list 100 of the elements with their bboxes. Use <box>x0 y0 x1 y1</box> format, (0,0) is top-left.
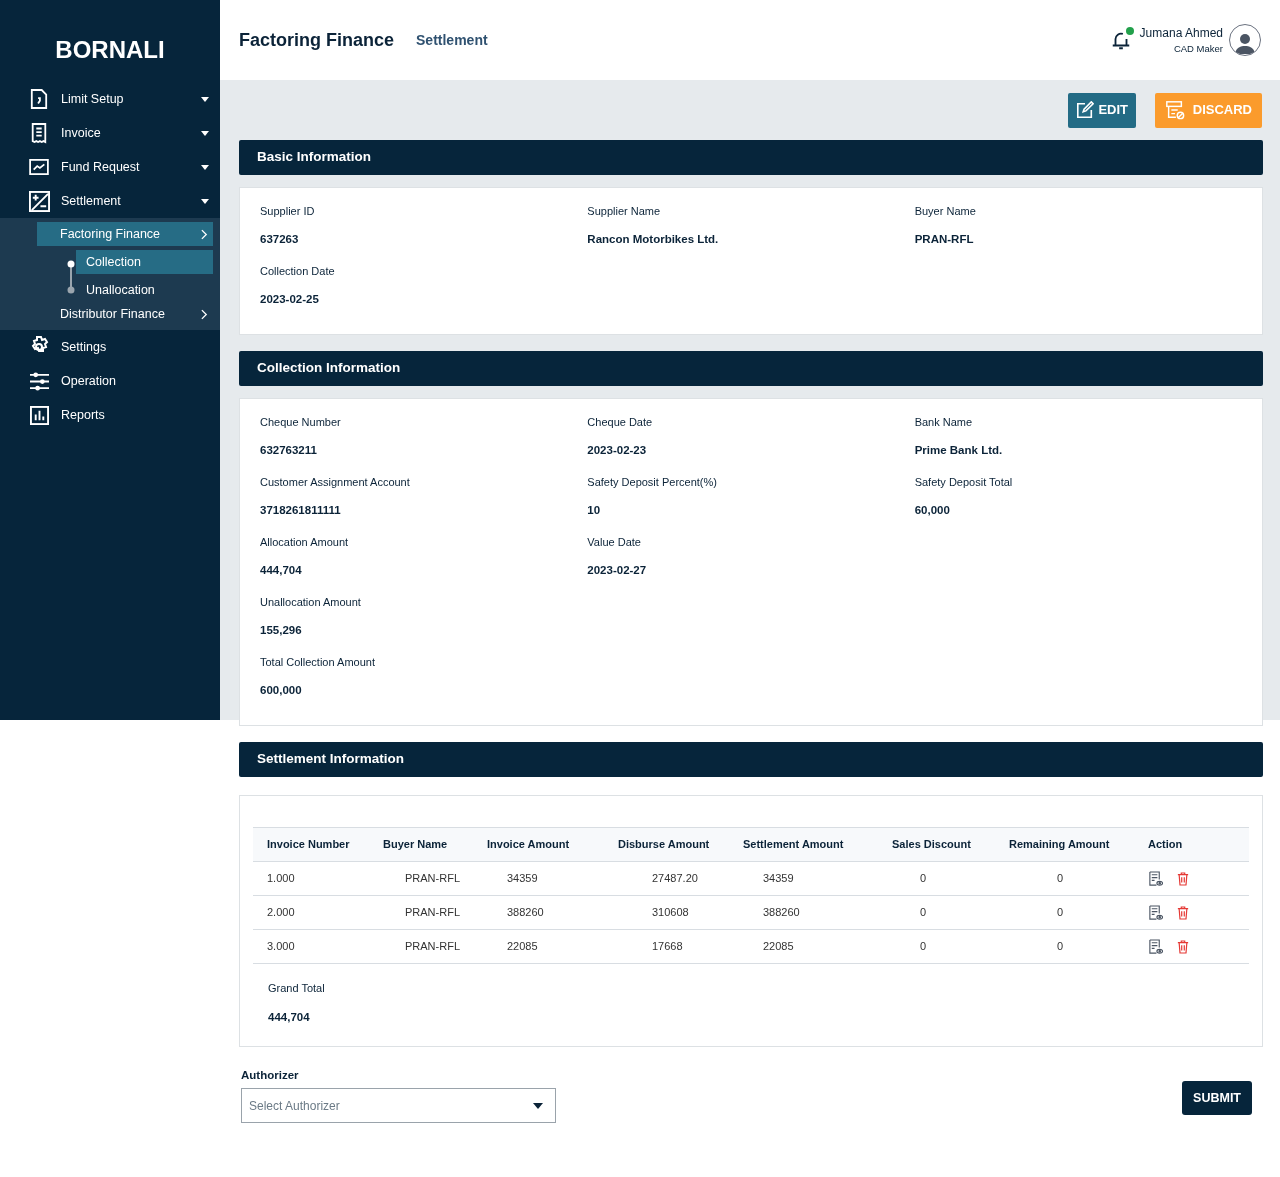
chevron-right-icon <box>201 228 208 240</box>
column-header: Remaining Amount <box>995 827 1134 862</box>
field-label: Safety Deposit Percent(%) <box>587 475 718 490</box>
caret-icon <box>201 130 209 136</box>
field-value: 2023-02-23 <box>587 443 648 458</box>
field-label: Cheque Date <box>587 415 654 430</box>
table-cell: 3.000 <box>253 929 369 964</box>
chart-icon <box>27 159 51 175</box>
field-value: 444,704 <box>260 563 303 578</box>
field-value: PRAN-RFL <box>914 232 975 247</box>
field-label: Buyer Name <box>914 204 977 219</box>
caret-icon <box>201 198 209 204</box>
field-label: Safety Deposit Total <box>914 475 1014 490</box>
sidebar-item[interactable]: Settings <box>0 330 220 364</box>
field-label: Cheque Number <box>260 415 342 430</box>
field-label: Value Date <box>587 535 642 550</box>
table-cell: 27487.20 <box>604 861 729 896</box>
brand-logo: BORNALI <box>54 35 166 65</box>
sidebar-item[interactable]: Limit Setup <box>0 82 220 116</box>
field-label: Supplier ID <box>260 204 316 219</box>
column-header: Invoice Amount <box>473 827 604 862</box>
section-header: Basic Information <box>239 140 1263 175</box>
field-label: Bank Name <box>914 415 974 430</box>
field-label: Allocation Amount <box>260 535 350 550</box>
field-value: 10 <box>587 503 602 518</box>
submenu-item[interactable]: Unallocation <box>76 278 213 302</box>
section-header: Collection Information <box>239 351 1263 386</box>
chevron-right-icon <box>201 308 208 320</box>
page-title: Factoring Finance <box>239 28 395 52</box>
grand-total-label: Grand Total <box>268 981 326 996</box>
caret-icon <box>201 164 209 170</box>
table-cell: PRAN-RFL <box>369 895 473 930</box>
view-document-icon[interactable] <box>1148 905 1163 920</box>
column-header: Disburse Amount <box>604 827 729 862</box>
column-header: Sales Discount <box>878 827 995 862</box>
sliders-icon <box>27 371 51 391</box>
user-role: CAD Maker <box>1173 41 1223 56</box>
field-value: 2023-02-27 <box>587 563 648 578</box>
table-cell: 22085 <box>473 929 604 964</box>
sidebar-item[interactable]: Invoice <box>0 116 220 150</box>
authorizer-dropdown[interactable]: Select Authorizer <box>241 1088 556 1123</box>
discard-icon <box>1165 100 1185 120</box>
submenu-item[interactable]: Collection <box>76 250 213 274</box>
table-cell: 0 <box>995 895 1134 930</box>
table-cell: 1.000 <box>253 861 369 896</box>
column-header: Settlement Amount <box>729 827 878 862</box>
table-cell: 34359 <box>729 861 878 896</box>
field-label: Unallocation Amount <box>260 595 362 610</box>
field-value: 637263 <box>260 232 300 247</box>
column-header: Invoice Number <box>253 827 369 862</box>
view-document-icon[interactable] <box>1148 939 1163 954</box>
sidebar-item[interactable]: Reports <box>0 398 220 432</box>
table-cell: 310608 <box>604 895 729 930</box>
field-value: 2023-02-25 <box>260 292 320 307</box>
submenu-item[interactable]: Distributor Finance <box>37 302 213 326</box>
field-label: Customer Assignment Account <box>260 475 411 490</box>
user-name: Jumana Ahmed <box>1139 24 1223 42</box>
section-header: Settlement Information <box>239 742 1263 777</box>
caret-icon <box>201 96 209 102</box>
table-cell: PRAN-RFL <box>369 861 473 896</box>
field-value: 3718261811111 <box>260 503 342 518</box>
table-cell: 0 <box>995 861 1134 896</box>
table-cell: 0 <box>878 929 995 964</box>
field-label: Total Collection Amount <box>260 655 376 670</box>
column-header: Buyer Name <box>369 827 473 862</box>
table-cell: 0 <box>878 861 995 896</box>
column-header: Action <box>1134 827 1249 862</box>
field-value: 600,000 <box>260 683 303 698</box>
table-cell: 34359 <box>473 861 604 896</box>
dropdown-caret-icon <box>533 1102 543 1109</box>
field-value: 632763211 <box>260 443 318 458</box>
delete-icon[interactable] <box>1177 905 1189 920</box>
view-document-icon[interactable] <box>1148 871 1163 886</box>
submenu-item[interactable]: Factoring Finance <box>37 222 213 246</box>
edit-icon <box>1076 101 1094 119</box>
table-cell: PRAN-RFL <box>369 929 473 964</box>
table-cell: 388260 <box>729 895 878 930</box>
table-cell: 17668 <box>604 929 729 964</box>
table-cell: 0 <box>878 895 995 930</box>
field-value: Prime Bank Ltd. <box>914 443 1004 458</box>
submit-button[interactable]: SUBMIT <box>1182 1081 1252 1115</box>
delete-icon[interactable] <box>1177 871 1189 886</box>
table-cell: 388260 <box>473 895 604 930</box>
table-cell: 2.000 <box>253 895 369 930</box>
edit-button[interactable]: EDIT <box>1068 92 1136 128</box>
sidebar-item[interactable]: Settlement <box>0 184 220 218</box>
field-value: 60,000 <box>914 503 951 518</box>
delete-icon[interactable] <box>1177 939 1189 954</box>
breadcrumb-text: Settlement <box>416 30 488 50</box>
plus-minus-icon <box>27 190 51 212</box>
field-value: Rancon Motorbikes Ltd. <box>587 232 720 247</box>
sidebar-item[interactable]: Operation <box>0 364 220 398</box>
grand-total-value: 444,704 <box>268 1009 311 1025</box>
table-cell: 0 <box>995 929 1134 964</box>
field-value: 155,296 <box>260 623 303 638</box>
bar-chart-icon <box>27 405 51 425</box>
field-label: Supplier Name <box>587 204 662 219</box>
authorizer-label: Authorizer <box>241 1067 300 1083</box>
sidebar-item[interactable]: Fund Request <box>0 150 220 184</box>
field-label: Collection Date <box>260 264 336 279</box>
